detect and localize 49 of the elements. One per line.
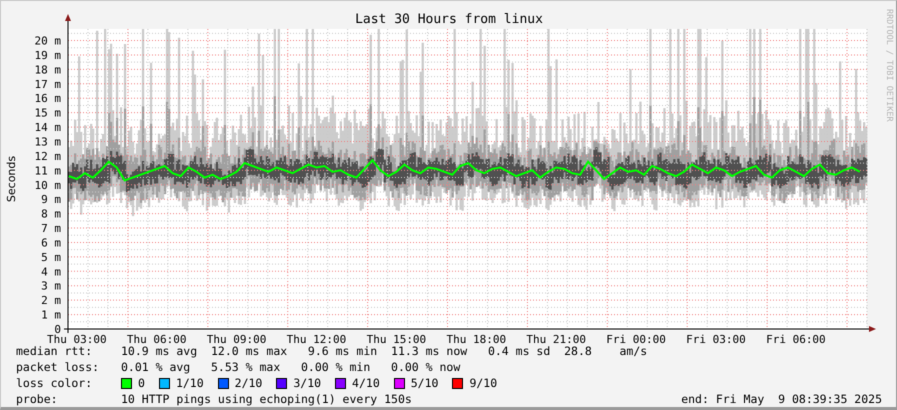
y-tick-label: 4 m xyxy=(41,265,61,278)
x-tick-label: Thu 03:00 xyxy=(46,333,107,346)
y-tick-label: 13 m xyxy=(34,136,61,148)
x-tick-label: Thu 12:00 xyxy=(286,333,346,346)
y-tick-label: 6 m xyxy=(41,236,61,250)
x-tick-label: Fri 03:00 xyxy=(686,333,746,346)
legend-text: 1/10 xyxy=(176,375,204,391)
chart-title: Last 30 Hours from linux xyxy=(355,12,543,27)
y-tick-label: 0 xyxy=(54,323,61,336)
legend-label: loss color: xyxy=(16,375,94,391)
y-tick-label: 9 m xyxy=(41,193,61,206)
y-tick-label: 19 m xyxy=(34,48,61,62)
legend-text: 4/10 xyxy=(352,375,380,391)
y-tick-label: 16 m xyxy=(34,92,61,106)
legend-text: 10.9 ms avg 12.0 ms max 9.6 ms min 11.3 ms now 0.4 ms sd 28.8 am/s xyxy=(121,344,648,359)
y-tick-label: 11 m xyxy=(34,164,61,178)
x-tick-label: Thu 15:00 xyxy=(366,333,426,346)
legend-label: packet loss: xyxy=(16,359,100,375)
y-tick-label: 18 m xyxy=(34,63,61,76)
y-tick-label: 8 m xyxy=(41,208,61,221)
legend-text: 10 HTTP pings using echoping(1) every 150s xyxy=(121,391,412,407)
x-tick-label: Fri 06:00 xyxy=(766,333,826,346)
y-axis-label: Seconds xyxy=(5,156,18,202)
y-tick-label: 20 m xyxy=(34,34,61,48)
y-tick-label: 12 m xyxy=(34,150,61,163)
watermark-text: RRDTOOL / TOBI OETIKER xyxy=(884,9,894,122)
y-tick-label: 1 m xyxy=(41,308,61,322)
legend-text: 9/10 xyxy=(469,375,498,391)
legend-label: median rtt: xyxy=(16,344,94,359)
x-tick-label: Thu 21:00 xyxy=(526,333,586,346)
y-tick-label: 17 m xyxy=(34,78,61,91)
y-tick-label: 10 m xyxy=(34,178,61,192)
legend-label: probe: xyxy=(16,391,59,407)
y-tick-label: 7 m xyxy=(41,222,61,236)
y-tick-label: 2 m xyxy=(41,294,61,308)
legend-text: 2/10 xyxy=(234,375,262,391)
legend-text: 3/10 xyxy=(293,375,322,391)
x-tick-label: Thu 09:00 xyxy=(206,333,266,346)
y-tick-label: 14 m xyxy=(34,121,61,134)
x-tick-label: Fri 00:00 xyxy=(606,333,666,346)
end-time: end: Fri May 9 08:39:35 2025 xyxy=(681,391,882,407)
legend-text: 0.01 % avg 5.53 % max 0.00 % min 0.00 % now xyxy=(121,359,460,375)
legend-text: 5/10 xyxy=(410,375,438,391)
y-tick-label: 15 m xyxy=(34,106,61,120)
y-tick-label: 5 m xyxy=(41,250,61,264)
x-tick-label: Thu 06:00 xyxy=(126,333,186,346)
y-tick-label: 3 m xyxy=(41,280,61,293)
legend-text: 0 xyxy=(138,375,145,391)
x-tick-label: Thu 18:00 xyxy=(446,333,506,346)
